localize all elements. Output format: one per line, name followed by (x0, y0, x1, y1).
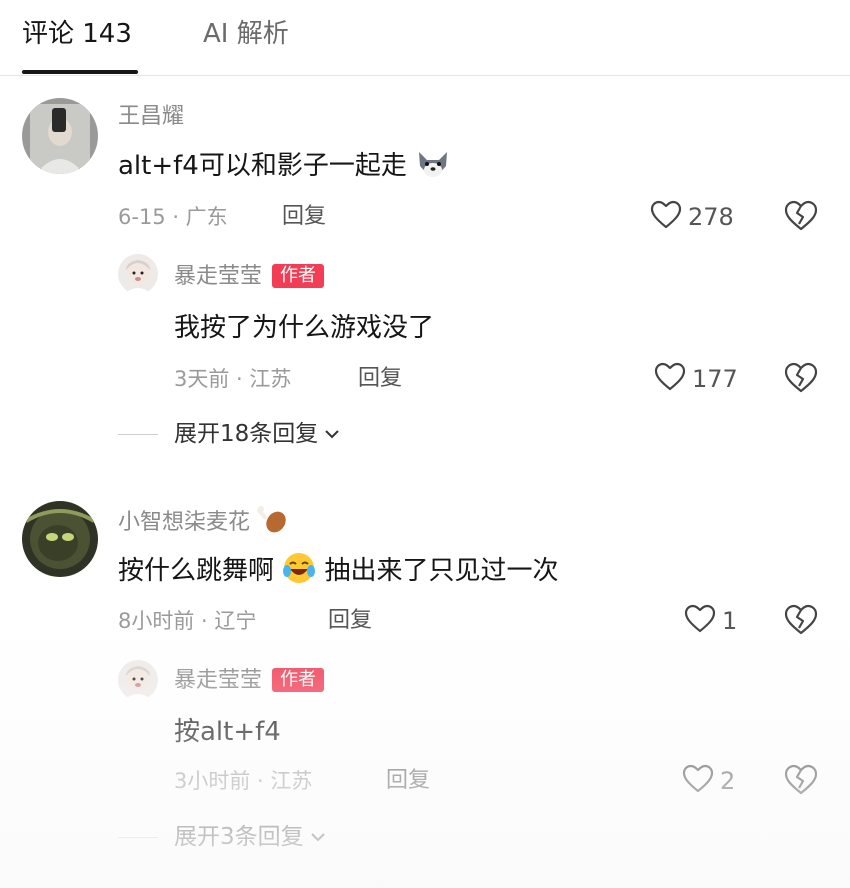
comment-date-location: 6-15 · 广东 (118, 205, 228, 229)
chevron-down-icon (324, 425, 340, 444)
reply-avatar[interactable] (118, 254, 158, 294)
reply-button[interactable]: 回复 (358, 364, 402, 394)
expand-replies-button[interactable]: 展开18条回复 (118, 419, 340, 449)
comment-text-body: alt+f4可以和影子一起走 (118, 151, 407, 181)
like-count: 177 (692, 365, 738, 393)
reply-avatar[interactable] (118, 660, 158, 700)
divider-line (118, 836, 158, 838)
comment-username[interactable]: 王昌耀 (118, 102, 184, 132)
dislike-button[interactable] (784, 362, 818, 398)
wolf-emoji (415, 148, 451, 190)
broken-heart-icon (784, 764, 818, 800)
author-badge: 作者 (272, 668, 325, 692)
dislike-button[interactable] (784, 200, 818, 236)
broken-heart-icon (784, 362, 818, 398)
heart-outline-icon (650, 200, 682, 234)
reply-date-location: 3天前 · 江苏 (174, 367, 292, 391)
reply-button[interactable]: 回复 (282, 202, 326, 232)
reply-text: 按alt+f4 (174, 717, 281, 747)
tab-ai-analysis[interactable]: AI 解析 (203, 16, 289, 52)
reply-username-text[interactable]: 暴走莹莹 (174, 668, 262, 693)
comment-tabs: 评论 143 AI 解析 (0, 0, 850, 76)
author-badge: 作者 (272, 264, 325, 288)
broken-heart-icon (784, 200, 818, 236)
like-button[interactable]: 2 (682, 764, 735, 798)
divider-line (118, 433, 158, 435)
reply-username: 暴走莹莹 作者 (174, 666, 325, 696)
reply-text: 我按了为什么游戏没了 (174, 313, 435, 343)
expand-replies-label: 展开3条回复 (174, 824, 304, 850)
comment-text-after: 抽出来了只见过一次 (324, 556, 559, 586)
comment-text: alt+f4可以和影子一起走 (118, 148, 451, 190)
dislike-button[interactable] (784, 764, 818, 800)
like-count: 1 (722, 607, 738, 635)
comment-username-text[interactable]: 小智想柒麦花 (118, 510, 250, 535)
avatar[interactable] (22, 501, 98, 577)
reply-date-location: 3小时前 · 江苏 (174, 769, 313, 793)
reply-button[interactable]: 回复 (328, 606, 372, 636)
like-button[interactable]: 177 (654, 362, 738, 396)
heart-outline-icon (682, 764, 714, 798)
heart-outline-icon (684, 604, 716, 638)
avatar[interactable] (22, 98, 98, 174)
reply-button[interactable]: 回复 (386, 766, 430, 796)
comment-date-location: 8小时前 · 辽宁 (118, 609, 257, 633)
like-button[interactable]: 1 (684, 604, 737, 638)
comment-text-before: 按什么跳舞啊 (118, 556, 275, 586)
reply-username: 暴走莹莹 作者 (174, 262, 325, 292)
expand-replies-button[interactable]: 展开3条回复 (118, 822, 326, 852)
expand-replies-label: 展开18条回复 (174, 421, 319, 447)
active-tab-underline (22, 70, 138, 74)
heart-outline-icon (654, 362, 686, 396)
comment-text: 按什么跳舞啊 抽出来了只见过一次 (118, 551, 559, 595)
tab-comments[interactable]: 评论 143 (22, 16, 132, 52)
broken-heart-icon (784, 604, 818, 640)
comment-username: 小智想柒麦花 (118, 505, 287, 544)
dislike-button[interactable] (784, 604, 818, 640)
like-button[interactable]: 278 (650, 200, 734, 234)
laughing-tears-emoji (282, 551, 316, 595)
like-count: 2 (720, 767, 736, 795)
like-count: 278 (688, 203, 734, 231)
chicken-leg-emoji (256, 505, 287, 544)
chevron-down-icon (310, 828, 326, 847)
reply-username-text[interactable]: 暴走莹莹 (174, 264, 262, 289)
